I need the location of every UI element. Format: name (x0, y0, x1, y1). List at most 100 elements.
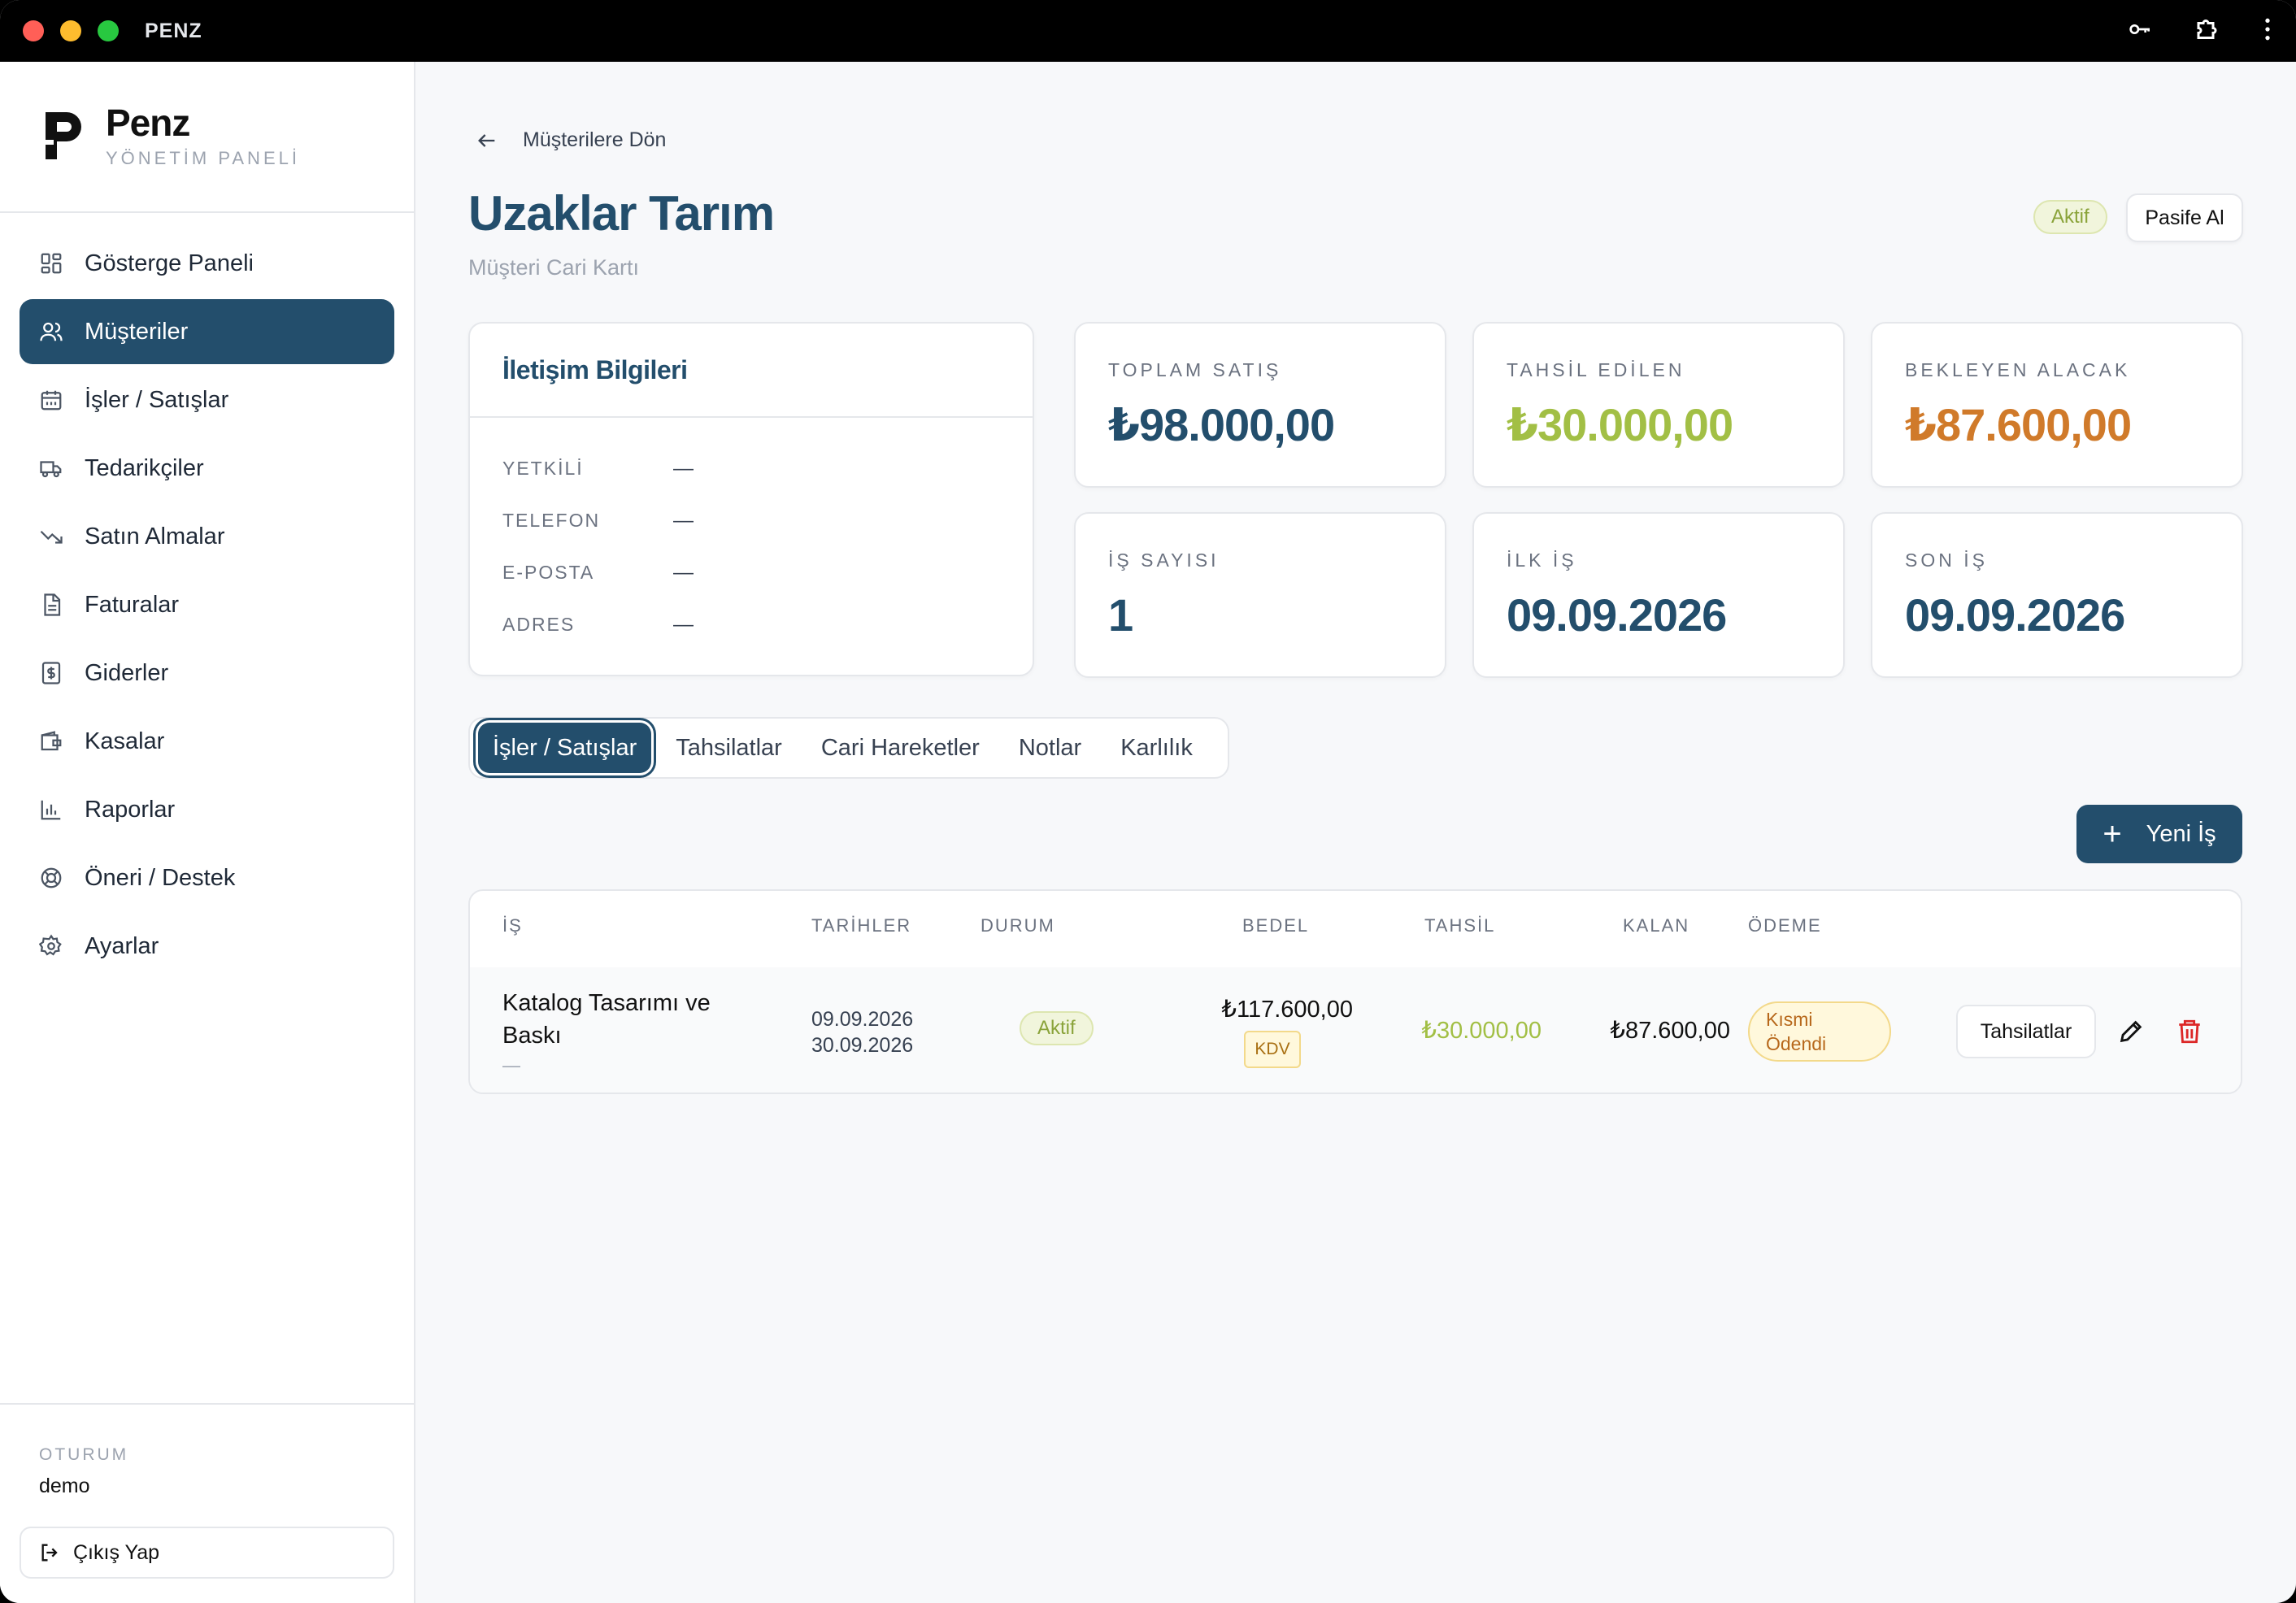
column-header-amount: BEDEL (1242, 915, 1310, 936)
sidebar-item-expenses[interactable]: Giderler (20, 641, 394, 706)
logo-icon (41, 107, 86, 167)
brand-subtitle: YÖNETİM PANELİ (106, 148, 300, 168)
session-panel: OTURUM demo Çıkış Yap (0, 1403, 415, 1603)
app-window: PENZ Penz YÖNETİM PANELİ Gösterge Paneli… (0, 0, 2296, 1603)
job-amount: ₺117.600,00 (1221, 997, 1353, 1023)
job-name: Katalog Tasarımı ve Baskı (502, 987, 746, 1052)
contact-value: — (673, 612, 694, 636)
job-name-line2: Baskı (502, 1023, 562, 1049)
sidebar-item-label: Satın Almalar (85, 523, 225, 550)
column-header-dates: TARİHLER (811, 915, 912, 936)
extension-icon[interactable] (2194, 15, 2223, 44)
users-icon (37, 318, 65, 345)
window-controls (23, 20, 119, 41)
jobs-table: İŞ TARİHLER DURUM BEDEL TAHSİL KALAN ÖDE… (468, 889, 2242, 1094)
plus-icon: + (2102, 816, 2122, 852)
page-subtitle: Müşteri Cari Kartı (468, 255, 640, 280)
customer-status-badge: Aktif (2033, 200, 2107, 234)
gear-icon (37, 932, 65, 960)
tab-notes[interactable]: Notlar (1004, 723, 1096, 773)
job-note: — (502, 1055, 520, 1075)
close-window-button[interactable] (23, 20, 44, 41)
sidebar-item-label: Öneri / Destek (85, 864, 236, 891)
dashboard-icon (37, 250, 65, 277)
collections-button[interactable]: Tahsilatlar (1956, 1005, 2096, 1058)
sidebar-item-suppliers[interactable]: Tedarikçiler (20, 436, 394, 501)
contact-row-phone: TELEFON — (502, 494, 1000, 546)
column-header-job: İŞ (502, 915, 523, 936)
session-user: demo (39, 1475, 90, 1497)
contact-key: TELEFON (502, 509, 601, 531)
sidebar-item-label: Tedarikçiler (85, 454, 204, 481)
stat-card-last-job: SON İŞ 09.09.2026 (1871, 512, 2243, 678)
back-link[interactable]: Müşterilere Dön (476, 128, 666, 152)
sidebar-item-label: Müşteriler (85, 318, 189, 345)
contact-value: — (673, 508, 694, 532)
tab-account-movements[interactable]: Cari Hareketler (807, 723, 994, 773)
trash-icon[interactable] (2176, 1018, 2203, 1049)
logout-button[interactable]: Çıkış Yap (20, 1527, 394, 1579)
job-status-badge: Aktif (1020, 1011, 1094, 1045)
vat-badge: KDV (1244, 1031, 1301, 1068)
contact-key: YETKİLİ (502, 457, 584, 479)
stat-card-job-count: İŞ SAYISI 1 (1074, 512, 1446, 678)
logout-icon (41, 1544, 58, 1562)
dollar-file-icon (37, 659, 65, 687)
sidebar-item-settings[interactable]: Ayarlar (20, 914, 394, 979)
edit-icon[interactable] (2117, 1018, 2145, 1049)
logout-label: Çıkış Yap (73, 1540, 160, 1564)
job-start-date: 09.09.2026 (811, 1008, 914, 1031)
title-bar: PENZ (0, 0, 2296, 62)
tab-jobs-sales[interactable]: İşler / Satışlar (478, 723, 652, 773)
sidebar-item-jobs[interactable]: İşler / Satışlar (20, 367, 394, 432)
stat-label: İŞ SAYISI (1108, 550, 1220, 571)
sidebar-item-label: İşler / Satışlar (85, 386, 229, 413)
sidebar-item-label: Raporlar (85, 796, 176, 823)
stat-value: ₺87.600,00 (1905, 399, 2132, 450)
contact-key: E-POSTA (502, 561, 595, 583)
sidebar-item-purchases[interactable]: Satın Almalar (20, 504, 394, 569)
sidebar-nav: Gösterge Paneli Müşteriler İşler / Satış… (0, 213, 414, 979)
deactivate-button[interactable]: Pasife Al (2126, 193, 2243, 242)
brand-header: Penz YÖNETİM PANELİ (0, 62, 414, 213)
sidebar-item-support[interactable]: Öneri / Destek (20, 845, 394, 910)
stat-label: TOPLAM SATIŞ (1108, 359, 1282, 380)
contact-value: — (673, 560, 694, 584)
column-header-remaining: KALAN (1623, 915, 1690, 936)
maximize-window-button[interactable] (98, 20, 119, 41)
sidebar-item-label: Gösterge Paneli (85, 250, 254, 276)
contact-value: — (673, 456, 694, 480)
column-header-collected: TAHSİL (1424, 915, 1496, 936)
wallet-icon (37, 728, 65, 755)
stat-label: BEKLEYEN ALACAK (1905, 359, 2131, 380)
minimize-window-button[interactable] (60, 20, 81, 41)
arrow-left-icon (478, 133, 495, 147)
bar-chart-icon (37, 796, 65, 823)
payment-status-line1: Kısmi (1766, 1009, 1813, 1030)
tab-collections[interactable]: Tahsilatlar (661, 723, 797, 773)
job-dates: 09.09.2026 30.09.2026 (811, 1006, 913, 1058)
sidebar-item-reports[interactable]: Raporlar (20, 777, 394, 842)
key-icon[interactable] (2127, 16, 2153, 42)
sidebar-item-dashboard[interactable]: Gösterge Paneli (20, 231, 394, 296)
more-menu-icon[interactable] (2263, 16, 2272, 42)
app-title: PENZ (145, 19, 202, 42)
sidebar-item-invoices[interactable]: Faturalar (20, 572, 394, 637)
stat-value: 09.09.2026 (1507, 589, 1727, 641)
tab-profitability[interactable]: Karlılık (1106, 723, 1207, 773)
trending-down-icon (37, 523, 65, 550)
new-job-button[interactable]: + Yeni İş (2076, 805, 2242, 863)
sidebar-item-cash[interactable]: Kasalar (20, 709, 394, 774)
brand-name: Penz (106, 102, 190, 144)
contact-row-address: ADRES — (502, 598, 1000, 650)
sidebar-item-customers[interactable]: Müşteriler (20, 299, 394, 364)
detail-tabs: İşler / Satışlar Tahsilatlar Cari Hareke… (468, 717, 1229, 779)
job-name-line1: Katalog Tasarımı ve (502, 990, 711, 1016)
stat-value: ₺98.000,00 (1108, 399, 1335, 450)
main-content: Müşterilere Dön Uzaklar Tarım Müşteri Ca… (415, 62, 2296, 1603)
sidebar-item-label: Faturalar (85, 591, 180, 618)
contact-info-card: İletişim Bilgileri YETKİLİ — TELEFON — E… (468, 322, 1034, 676)
sidebar: Penz YÖNETİM PANELİ Gösterge Paneli Müşt… (0, 62, 415, 1603)
stat-card-collected: TAHSİL EDİLEN ₺30.000,00 (1472, 322, 1845, 488)
table-row[interactable]: Katalog Tasarımı ve Baskı — 09.09.2026 3… (470, 967, 2241, 1093)
